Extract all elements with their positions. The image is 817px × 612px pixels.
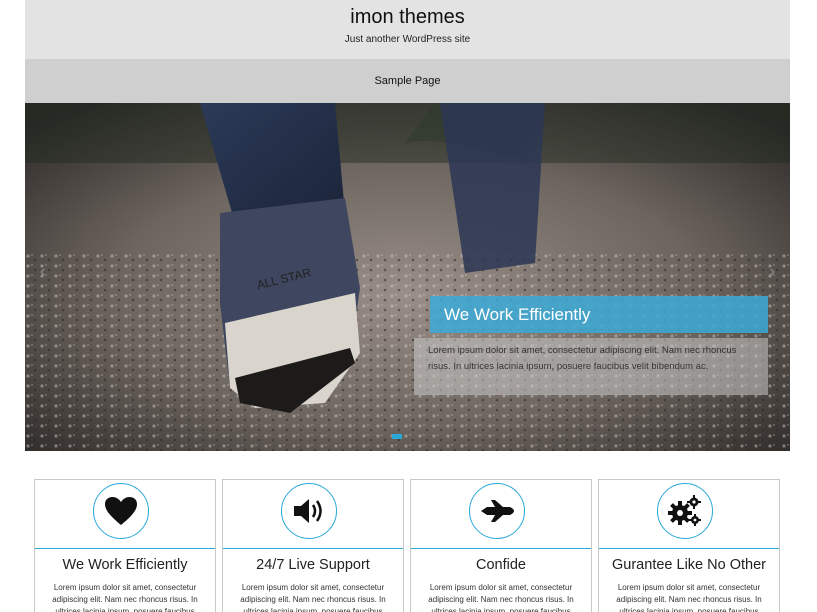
slide-caption-title: We Work Efficiently	[430, 296, 768, 333]
heart-icon	[93, 483, 149, 539]
slide-indicator[interactable]	[392, 434, 402, 439]
gears-icon	[657, 483, 713, 539]
chevron-left-icon[interactable]: ‹	[40, 263, 45, 281]
slide-caption-text: Lorem ipsum dolor sit amet, consectetur …	[414, 338, 768, 395]
main-nav: Sample Page	[25, 59, 790, 103]
feature-divider	[223, 548, 403, 549]
feature-title: Gurantee Like No Other	[612, 557, 766, 573]
feature-title: We Work Efficiently	[62, 557, 188, 573]
feature-title: Confide	[476, 557, 526, 573]
site-header: imon themes Just another WordPress site	[25, 0, 790, 59]
site-tagline: Just another WordPress site	[344, 34, 471, 45]
features-row: We Work Efficiently Lorem ipsum dolor si…	[34, 479, 781, 612]
feature-text: Lorem ipsum dolor sit amet, consectetur …	[240, 583, 386, 612]
feature-title: 24/7 Live Support	[256, 557, 370, 573]
feature-divider	[35, 548, 215, 549]
speaker-icon	[281, 483, 337, 539]
chevron-right-icon[interactable]: ›	[770, 263, 775, 281]
page-wrapper: imon themes Just another WordPress site …	[25, 0, 790, 451]
feature-text: Lorem ipsum dolor sit amet, consectetur …	[616, 583, 762, 612]
feature-card: Gurantee Like No Other Lorem ipsum dolor…	[598, 479, 780, 612]
feature-card: 24/7 Live Support Lorem ipsum dolor sit …	[222, 479, 404, 612]
feature-card: Confide Lorem ipsum dolor sit amet, cons…	[410, 479, 592, 612]
feature-card: We Work Efficiently Lorem ipsum dolor si…	[34, 479, 216, 612]
hero-slider[interactable]: ALL STAR ‹ › We Work Efficiently Lorem i…	[25, 103, 790, 451]
nav-item-sample-page[interactable]: Sample Page	[374, 75, 440, 87]
feature-text: Lorem ipsum dolor sit amet, consectetur …	[428, 583, 574, 612]
feature-divider	[411, 548, 591, 549]
feature-divider	[599, 548, 779, 549]
feature-text: Lorem ipsum dolor sit amet, consectetur …	[52, 583, 198, 612]
airplane-icon	[469, 483, 525, 539]
hero-image: ALL STAR	[25, 103, 790, 451]
site-title[interactable]: imon themes	[25, 0, 790, 28]
